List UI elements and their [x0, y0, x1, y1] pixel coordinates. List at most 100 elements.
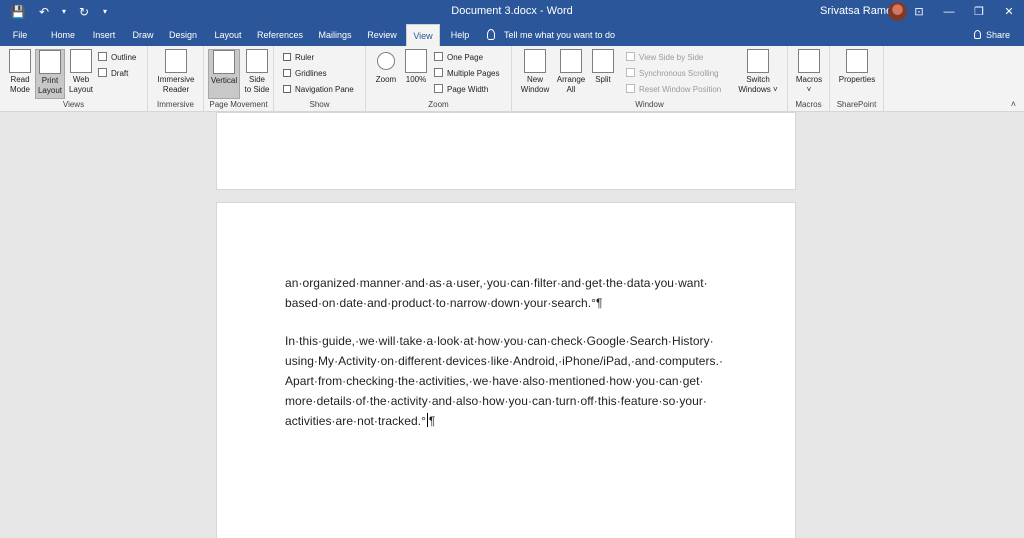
tab-draw[interactable]: Draw [128, 24, 158, 46]
arrange-all-icon [560, 49, 582, 73]
gridlines-label: Gridlines [295, 69, 327, 78]
switch-windows-label-1: Switch [746, 75, 770, 84]
draft-button[interactable]: Draft [98, 67, 128, 80]
side-label-2: to Side [244, 85, 270, 94]
one-page-button[interactable]: One Page [434, 51, 483, 64]
properties-button[interactable]: Properties [834, 49, 880, 85]
read-mode-label-1: Read [10, 75, 30, 84]
vertical-pages-icon [213, 50, 235, 74]
tab-references[interactable]: References [254, 24, 306, 46]
split-icon [592, 49, 614, 73]
outline-label: Outline [111, 53, 137, 62]
group-immersive-label: Immersive [157, 100, 194, 109]
side-to-side-button[interactable]: Side to Side [242, 49, 272, 95]
globe-page-icon [70, 49, 92, 73]
navigation-pane-checkbox[interactable]: Navigation Pane [283, 83, 354, 96]
page[interactable]: an·organized·manner·and·as·a·user,·you·c… [216, 202, 796, 538]
multiple-pages-icon [434, 68, 443, 77]
new-window-button[interactable]: New Window [518, 49, 552, 95]
read-mode-label-2: Mode [9, 85, 30, 94]
vertical-button[interactable]: Vertical [208, 49, 240, 99]
ribbon-display-options-icon[interactable]: ⊡ [904, 0, 934, 24]
group-zoom-label: Zoom [428, 100, 449, 109]
tab-review[interactable]: Review [364, 24, 400, 46]
tab-file[interactable]: File [6, 24, 34, 46]
reset-position-icon [626, 84, 635, 93]
paragraph[interactable]: In·this·guide,·we·will·take·a·look·at·ho… [285, 331, 725, 431]
macros-icon [798, 49, 820, 73]
restore-icon[interactable]: ❐ [964, 0, 994, 24]
collapse-ribbon-icon[interactable]: ˄ [1011, 99, 1016, 109]
page-width-button[interactable]: Page Width [434, 83, 488, 96]
paragraph[interactable]: an·organized·manner·and·as·a·user,·you·c… [285, 273, 725, 313]
ribbon: Read Mode Print Layout Web Layout Outlin… [0, 46, 1024, 112]
draft-icon [98, 68, 107, 77]
read-mode-button[interactable]: Read Mode [6, 49, 34, 95]
print-layout-button[interactable]: Print Layout [35, 49, 65, 99]
ruler-checkbox[interactable]: Ruler [283, 51, 314, 64]
page[interactable] [216, 112, 796, 190]
outline-button[interactable]: Outline [98, 51, 136, 64]
web-layout-label-1: Web [72, 75, 90, 84]
tab-design[interactable]: Design [165, 24, 201, 46]
save-icon[interactable]: 💾 [8, 3, 28, 21]
undo-dropdown-icon[interactable]: ▾ [60, 3, 68, 21]
customize-qat-icon[interactable]: ▾ [100, 3, 110, 21]
tab-home[interactable]: Home [46, 24, 80, 46]
properties-icon [846, 49, 868, 73]
tell-me-search[interactable]: Tell me what you want to do [487, 24, 615, 46]
navigation-pane-label: Navigation Pane [295, 85, 354, 94]
tab-help[interactable]: Help [446, 24, 474, 46]
text-line: Apart·from·checking·the·activities,·we·h… [285, 374, 704, 388]
split-button[interactable]: Split [590, 49, 616, 85]
tab-insert[interactable]: Insert [88, 24, 120, 46]
minimize-icon[interactable]: — [934, 0, 964, 24]
pilcrow: ¶ [428, 414, 436, 428]
group-zoom: Zoom 100% One Page Multiple Pages Page W… [366, 46, 512, 112]
document-canvas[interactable]: an·organized·manner·and·as·a·user,·you·c… [0, 112, 1024, 538]
one-page-label: One Page [447, 53, 484, 62]
vertical-label: Vertical [210, 76, 238, 85]
undo-icon[interactable]: ↶ [34, 3, 54, 21]
zoom-button[interactable]: Zoom [372, 49, 400, 85]
multiple-pages-button[interactable]: Multiple Pages [434, 67, 499, 80]
new-window-label-1: New [526, 75, 543, 84]
sync-scrolling-icon [626, 68, 635, 77]
switch-windows-icon [747, 49, 769, 73]
group-window: New Window Arrange All Split View Side b… [512, 46, 788, 112]
view-side-by-side-label: View Side by Side [639, 53, 704, 62]
immersive-reader-label-1: Immersive [157, 75, 195, 84]
tab-layout[interactable]: Layout [210, 24, 246, 46]
arrange-all-label-1: Arrange [556, 75, 586, 84]
arrange-all-button[interactable]: Arrange All [554, 49, 588, 95]
zoom-100-button[interactable]: 100% [402, 49, 430, 85]
switch-windows-button[interactable]: Switch Windows ˅ [736, 49, 780, 95]
ruler-label: Ruler [295, 53, 315, 62]
group-window-label: Window [635, 100, 664, 109]
synchronous-scrolling-button[interactable]: Synchronous Scrolling [626, 67, 719, 80]
tab-mailings[interactable]: Mailings [313, 24, 357, 46]
print-layout-label-1: Print [41, 76, 59, 85]
tab-view[interactable]: View [406, 24, 440, 46]
switch-windows-label-2: Windows ˅ [738, 85, 778, 94]
gridlines-checkbox[interactable]: Gridlines [283, 67, 327, 80]
immersive-reader-button[interactable]: Immersive Reader [154, 49, 198, 95]
close-icon[interactable]: ✕ [994, 0, 1024, 24]
page-width-icon [434, 84, 443, 93]
macros-button[interactable]: Macros ˅ [792, 49, 826, 95]
text-line-last: activities·are·not·tracked.° ¶ [285, 411, 725, 431]
redo-icon[interactable]: ↻ [74, 3, 94, 21]
reset-window-position-button[interactable]: Reset Window Position [626, 83, 721, 96]
group-sharepoint-label: SharePoint [836, 100, 877, 109]
text-line: In·this·guide,·we·will·take·a·look·at·ho… [285, 334, 714, 348]
zoom-label: Zoom [375, 75, 397, 84]
view-side-by-side-button[interactable]: View Side by Side [626, 51, 703, 64]
share-button[interactable]: Share [973, 24, 1010, 46]
group-show-label: Show [309, 100, 330, 109]
web-layout-button[interactable]: Web Layout [66, 49, 96, 95]
print-layout-label-2: Layout [37, 86, 63, 95]
quick-access-toolbar: 💾 ↶ ▾ ↻ ▾ [8, 3, 110, 21]
draft-label: Draft [111, 69, 129, 78]
page-icon [39, 50, 61, 74]
properties-label: Properties [838, 75, 876, 84]
